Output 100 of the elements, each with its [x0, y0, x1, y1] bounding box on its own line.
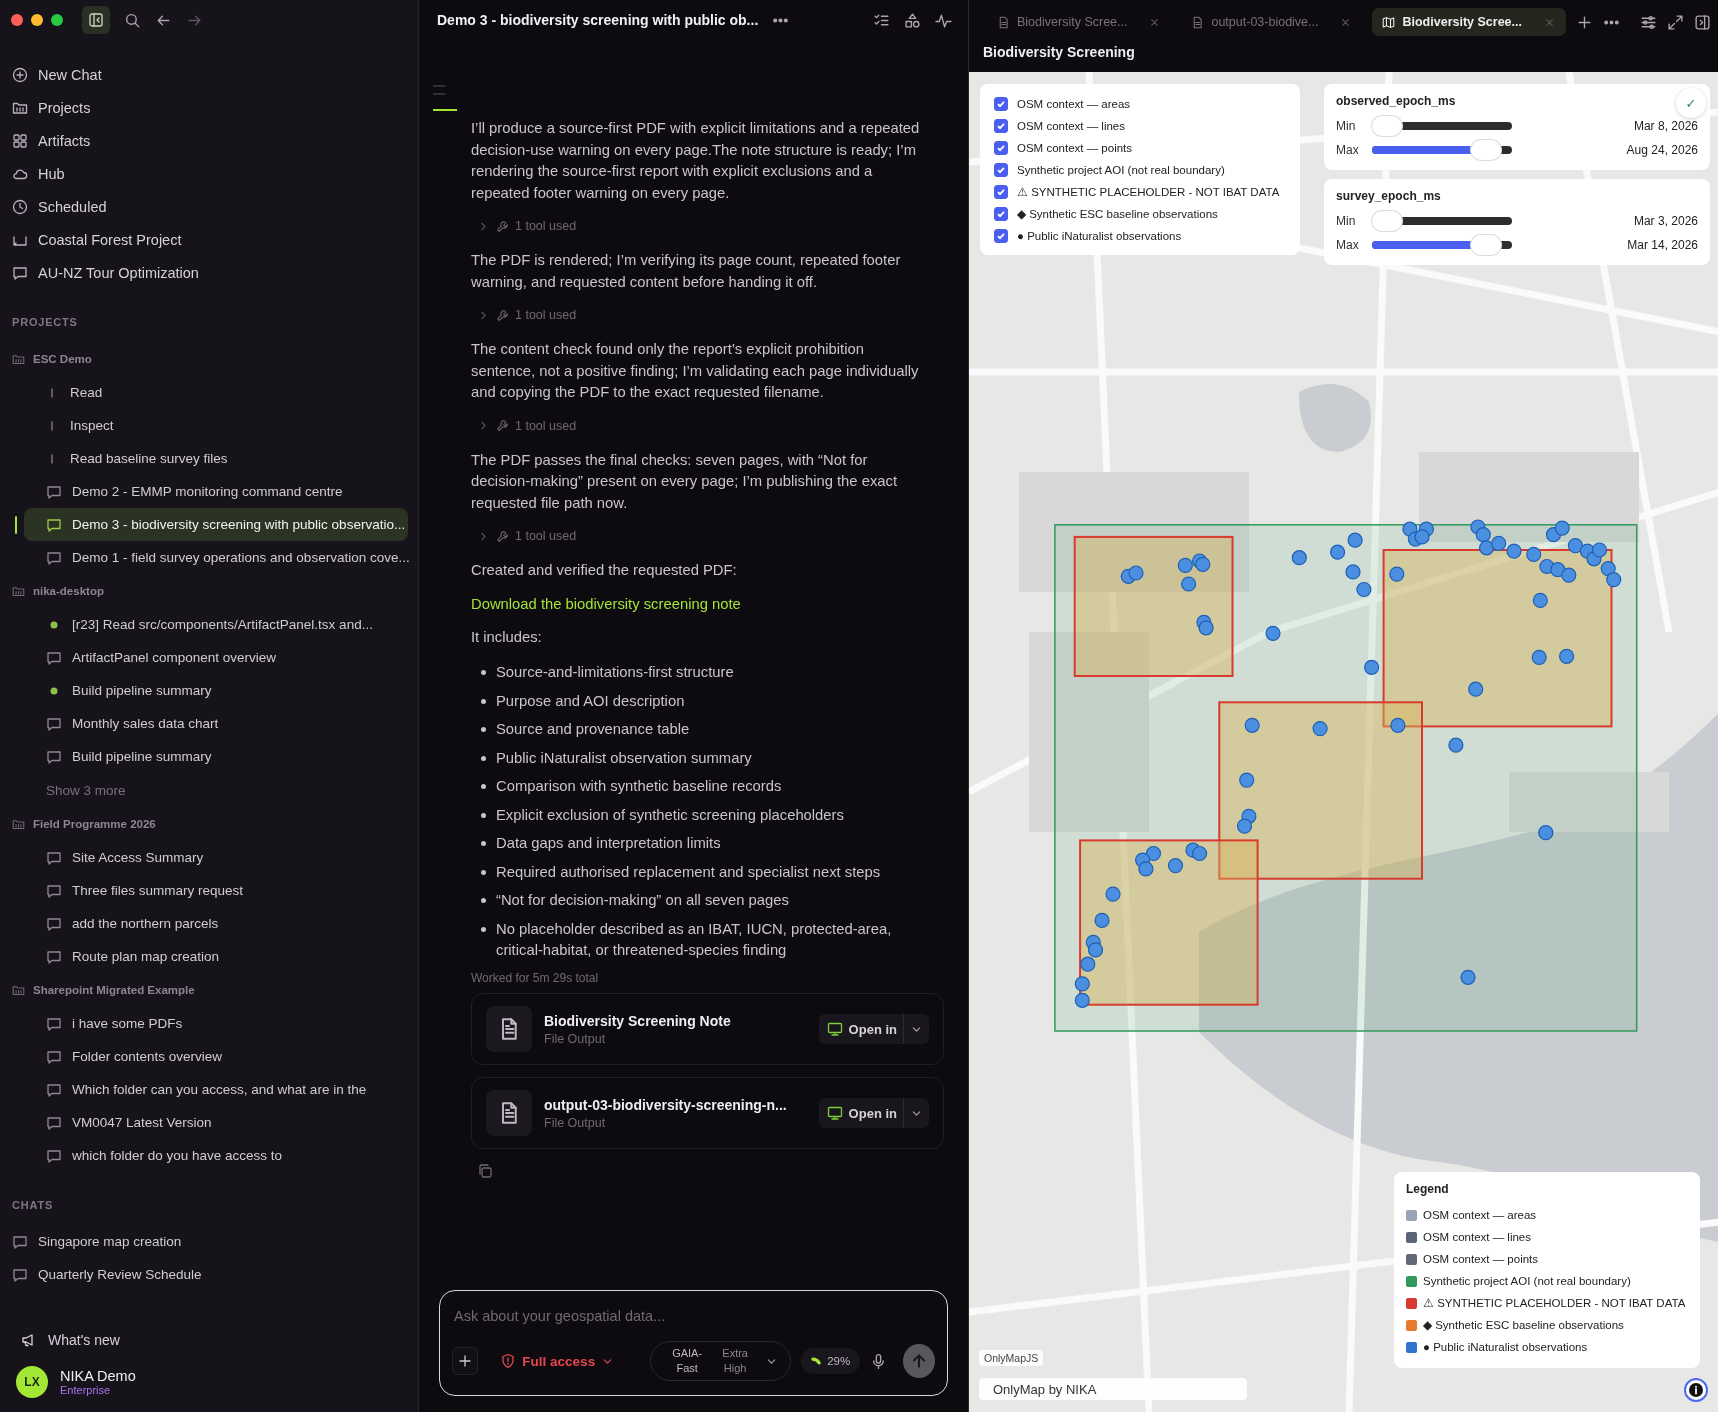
tab[interactable]: Biodiversity Scree... [987, 8, 1172, 36]
context-usage-indicator[interactable]: 29% [801, 1348, 861, 1374]
folder-icon [12, 983, 25, 997]
checkbox[interactable] [994, 228, 1008, 243]
tool-usage-toggle[interactable]: 1 tool used [477, 526, 577, 546]
shapes-icon[interactable] [904, 11, 921, 29]
whats-new-item[interactable]: What's new [16, 1326, 402, 1354]
sidebar-item[interactable]: Read [24, 376, 408, 409]
show-more-link[interactable]: Show 3 more [12, 773, 408, 807]
sidebar-item[interactable]: Coastal Forest Project [0, 223, 418, 256]
tool-usage-toggle[interactable]: 1 tool used [477, 305, 577, 325]
bullet-icon [481, 841, 486, 846]
tab[interactable]: Biodiversity Scree... [1372, 8, 1566, 36]
sidebar-item[interactable]: which folder do you have access to [24, 1139, 408, 1172]
layer-toggle[interactable]: ⚠ SYNTHETIC PLACEHOLDER - NOT IBAT DATA [994, 182, 1286, 201]
expand-icon[interactable] [1667, 13, 1684, 31]
sidebar-item[interactable]: Demo 1 - field survey operations and observation cove... [24, 541, 408, 574]
legend-title: Legend [1406, 1182, 1450, 1196]
sidebar-item[interactable]: Demo 2 - EMMP monitoring command centre [24, 475, 408, 508]
avatar[interactable]: LX [16, 1366, 48, 1398]
open-in-button[interactable]: Open in [818, 1014, 905, 1044]
access-dropdown[interactable]: Full access [488, 1353, 627, 1369]
sliders-icon[interactable] [1640, 13, 1657, 31]
tool-usage-toggle[interactable]: 1 tool used [477, 216, 577, 236]
speech-bubble-icon [46, 549, 62, 566]
layer-toggle[interactable]: ◆ Synthetic ESC baseline observations [994, 204, 1286, 223]
layer-toggle[interactable]: OSM context — areas [994, 94, 1286, 113]
range-slider[interactable] [1372, 115, 1512, 137]
open-in-button[interactable]: Open in [818, 1098, 905, 1128]
sidebar-item[interactable]: add the northern parcels [24, 907, 408, 940]
tab[interactable]: output-03-biodive... [1181, 8, 1363, 36]
range-slider[interactable] [1372, 234, 1512, 256]
sidebar-item[interactable]: Inspect [24, 409, 408, 442]
checkbox[interactable] [994, 162, 1008, 177]
project-folder[interactable]: ESC Demo [12, 342, 408, 376]
legend-label: ⚠ SYNTHETIC PLACEHOLDER - NOT IBAT DATA [1423, 1296, 1686, 1310]
message-composer[interactable]: Ask about your geospatial data... Full access GAIA-Fast Extra High 29% [439, 1290, 948, 1396]
sidebar-item[interactable]: Build pipeline summary [24, 674, 408, 707]
speech-bubble-icon [46, 1147, 62, 1164]
sidebar-item[interactable]: VM0047 Latest Version [24, 1106, 408, 1139]
speech-bubble-icon [46, 649, 62, 666]
sidebar-item[interactable]: Site Access Summary [24, 841, 408, 874]
sidebar-item[interactable]: AU-NZ Tour Optimization [0, 256, 418, 289]
document-icon [997, 15, 1010, 29]
attach-button[interactable] [452, 1347, 479, 1375]
sidebar-item[interactable]: Which folder can you access, and what are in the [24, 1073, 408, 1106]
checkbox[interactable] [994, 118, 1008, 133]
list-item-text: Purpose and AOI description [496, 691, 685, 711]
sidebar-item[interactable]: Read baseline survey files [24, 442, 408, 475]
panel-icon[interactable] [1694, 13, 1711, 31]
plus-icon[interactable] [1576, 13, 1593, 31]
checkbox[interactable] [994, 140, 1008, 155]
speech-bubble-icon [12, 264, 28, 281]
tool-usage-toggle[interactable]: 1 tool used [477, 415, 577, 436]
sidebar-item[interactable]: Route plan map creation [24, 940, 408, 973]
range-slider[interactable] [1372, 210, 1512, 232]
file-name: Biodiversity Screening Note [544, 1012, 732, 1029]
sidebar-item[interactable]: Artifacts [0, 124, 418, 157]
project-folder[interactable]: Field Programme 2026 [12, 807, 408, 841]
layer-toggle[interactable]: Synthetic project AOI (not real boundary) [994, 160, 1286, 179]
attribution-label: OnlyMapJS [979, 1350, 1044, 1366]
sidebar-item[interactable]: Quarterly Review Schedule [12, 1258, 408, 1291]
project-folder[interactable]: Sharepoint Migrated Example [12, 973, 408, 1007]
sidebar-item[interactable]: i have some PDFs [24, 1007, 408, 1040]
sidebar-item[interactable]: Monthly sales data chart [24, 707, 408, 740]
copy-icon[interactable] [477, 1163, 493, 1179]
sidebar-item[interactable]: New Chat [0, 58, 418, 91]
list-item-text: Explicit exclusion of synthetic screening placeholders [496, 805, 844, 825]
sidebar-item[interactable]: Hub [0, 157, 418, 190]
layer-toggle[interactable]: OSM context — points [994, 138, 1286, 157]
search-icon[interactable] [124, 11, 141, 29]
sidebar-item[interactable]: Scheduled [0, 190, 418, 223]
sidebar-item[interactable]: Three files summary request [24, 874, 408, 907]
sidebar-toggle-button[interactable] [82, 6, 110, 34]
slider-thumb[interactable] [1471, 140, 1501, 160]
sidebar-item[interactable]: Folder contents overview [24, 1040, 408, 1073]
checkbox[interactable] [994, 206, 1008, 221]
speech-bubble-icon [46, 1114, 62, 1131]
checkbox[interactable] [994, 184, 1008, 199]
download-link[interactable]: Download the biodiversity screening note [471, 595, 741, 612]
slider-thumb[interactable] [1372, 211, 1402, 231]
confirm-button[interactable]: ✓ [1676, 88, 1706, 118]
message-text: The content check found only the report’s explicit prohibition sentence, not a positive finding; I’m validating each page individually and copying the PDF to the exact requested filename. [471, 340, 920, 402]
checkbox[interactable] [994, 96, 1008, 111]
sidebar-item[interactable]: Build pipeline summary [24, 740, 408, 773]
layer-toggle[interactable]: ● Public iNaturalist observations [994, 226, 1286, 245]
range-slider[interactable] [1372, 139, 1512, 161]
sidebar-item[interactable]: [r23] Read src/components/ArtifactPanel.tsx and... [24, 608, 408, 641]
layer-toggle[interactable]: OSM context — lines [994, 116, 1286, 135]
slider-value: Aug 24, 2026 [1625, 143, 1698, 157]
slider-thumb[interactable] [1372, 116, 1402, 136]
folder-icon [12, 584, 25, 598]
message-input[interactable]: Ask about your geospatial data... [452, 1291, 935, 1341]
slider-thumb[interactable] [1471, 235, 1501, 255]
sidebar-item[interactable]: Singapore map creation [12, 1225, 408, 1258]
sidebar-icon [88, 12, 104, 28]
sidebar-item[interactable]: ArtifactPanel component overview [24, 641, 408, 674]
send-button[interactable] [903, 1344, 935, 1378]
sidebar-item[interactable]: Projects [0, 91, 418, 124]
project-folder[interactable]: nika-desktop [12, 574, 408, 608]
